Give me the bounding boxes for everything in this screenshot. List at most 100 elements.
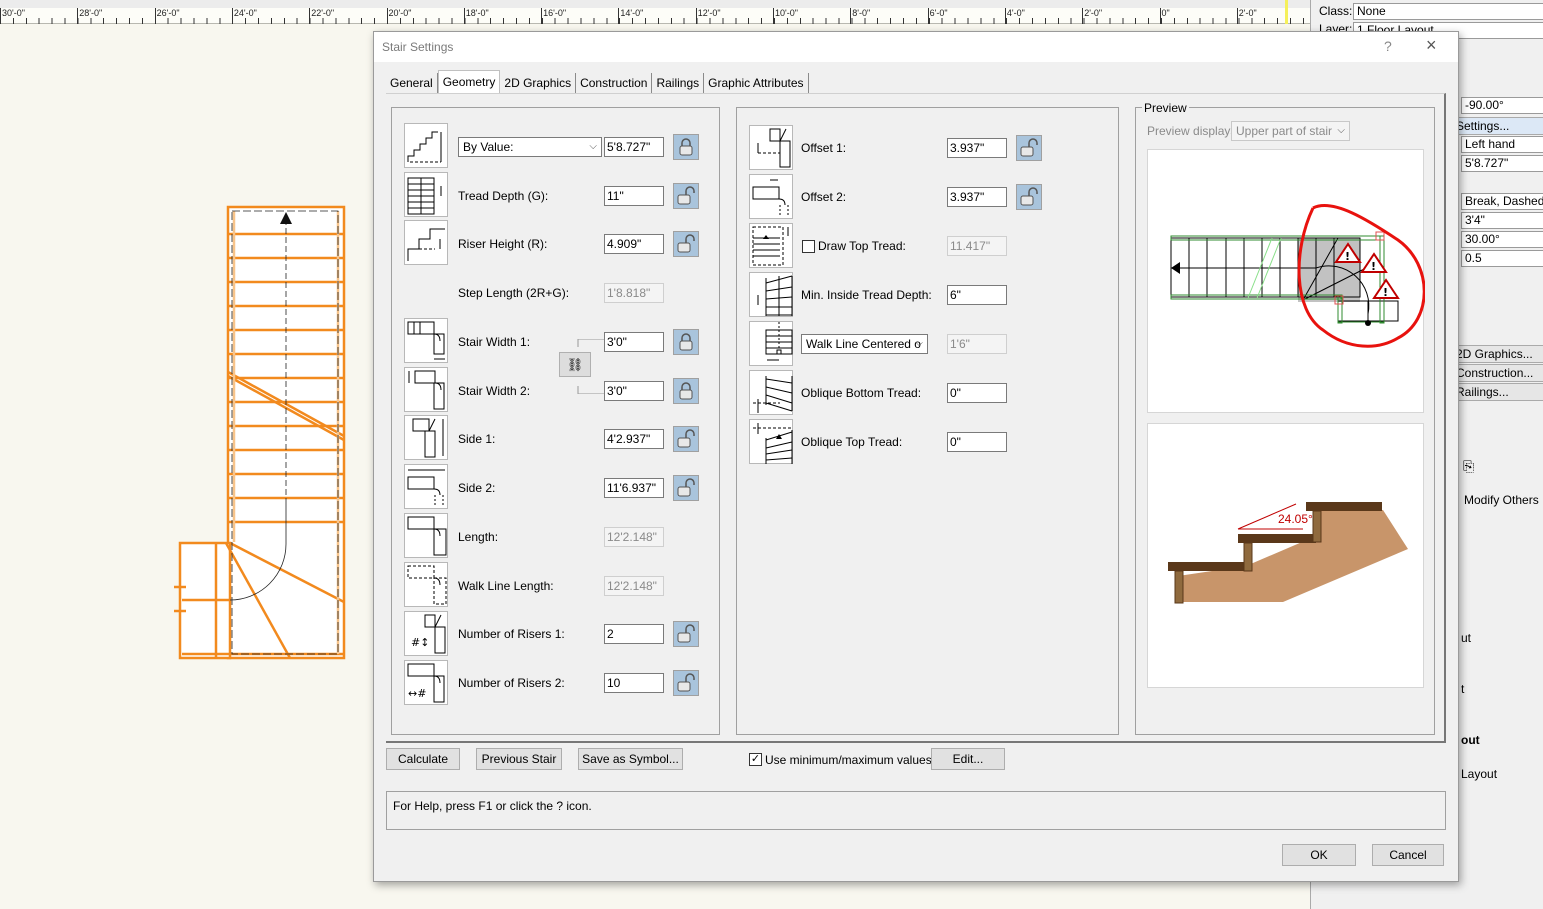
ruler-label: 30'-0": [2, 8, 25, 18]
tab-geometry[interactable]: Geometry: [437, 70, 501, 93]
lock-open-icon: [677, 478, 695, 497]
risers1-lock-button[interactable]: [673, 621, 699, 647]
side2-field[interactable]: 11'6.937": [604, 478, 664, 498]
risers1-field[interactable]: 2: [604, 624, 664, 644]
svg-text:↔#: ↔#: [408, 687, 426, 700]
warning-icon: !: [1360, 252, 1388, 273]
risers2-field[interactable]: 10: [604, 673, 664, 693]
handedness-dropdown[interactable]: Left hand: [1461, 136, 1543, 153]
link-widths-button[interactable]: ⛓: [559, 352, 591, 377]
offset2-field[interactable]: 3.937": [947, 187, 1007, 207]
ruler-label: 28'-0": [79, 8, 103, 18]
lock-open-icon: [1020, 187, 1038, 206]
chain-link-icon: ⛓: [566, 357, 584, 372]
step-length-label: Step Length (2R+G):: [458, 286, 570, 300]
break-height-field[interactable]: 3'4": [1461, 212, 1543, 229]
class-dropdown[interactable]: None: [1353, 3, 1543, 20]
layer-list-item-active[interactable]: out: [1461, 733, 1480, 747]
previous-stair-button[interactable]: Previous Stair: [476, 748, 562, 770]
preview-legend: Preview: [1142, 101, 1189, 115]
stair-width2-label: Stair Width 2:: [458, 384, 531, 398]
break-ratio-field[interactable]: 0.5: [1461, 250, 1543, 267]
svg-text:#↕: #↕: [411, 636, 429, 649]
construction-button[interactable]: Construction...: [1456, 364, 1543, 382]
offset1-lock-button[interactable]: [1016, 135, 1042, 161]
draw-top-tread-checkbox[interactable]: [802, 240, 815, 253]
tread-depth-field[interactable]: 11": [604, 186, 664, 206]
offset2-icon: [749, 174, 793, 219]
offset1-field[interactable]: 3.937": [947, 138, 1007, 158]
risers2-label: Number of Risers 2:: [458, 676, 565, 690]
risers2-lock-button[interactable]: [673, 670, 699, 696]
save-as-symbol-button[interactable]: Save as Symbol...: [578, 748, 683, 770]
offset2-lock-button[interactable]: [1016, 184, 1042, 210]
ruler-label: 2'-0": [1084, 8, 1103, 18]
edit-button[interactable]: Edit...: [931, 748, 1005, 770]
draw-top-tread-field: 11.417": [947, 236, 1007, 256]
stair-width1-lock-button[interactable]: [673, 329, 699, 355]
rotation-field[interactable]: -90.00°: [1461, 97, 1543, 114]
preview-displays-dropdown[interactable]: Upper part of stair ⌵: [1231, 121, 1350, 141]
side2-lock-button[interactable]: [673, 475, 699, 501]
side1-field[interactable]: 4'2.937": [604, 429, 664, 449]
ok-button[interactable]: OK: [1282, 844, 1356, 866]
ruler-label: 18'-0": [465, 8, 489, 18]
riser-height-icon: [404, 220, 448, 265]
side2-icon: [404, 464, 448, 509]
graphics-button[interactable]: 2D Graphics...: [1456, 345, 1543, 363]
stair-width2-lock-button[interactable]: [673, 378, 699, 404]
stair-width2-icon: [404, 367, 448, 412]
min-inside-tread-field[interactable]: 6": [947, 285, 1007, 305]
tab-2d-graphics[interactable]: 2D Graphics: [500, 73, 577, 93]
ruler-label: 0": [1161, 8, 1170, 18]
stair-width1-icon: [404, 318, 448, 363]
riser-height-field[interactable]: 4.909": [604, 234, 664, 254]
walkline-mode-dropdown[interactable]: Walk Line Centered o ⌵: [801, 334, 928, 354]
tab-railings[interactable]: Railings: [652, 73, 705, 93]
break-style-dropdown[interactable]: Break, Dashed Above: [1461, 193, 1543, 210]
height-field[interactable]: 5'8.727": [1461, 155, 1543, 172]
tread-depth-icon: [404, 172, 448, 217]
oblique-top-icon: [749, 419, 793, 464]
risers2-icon: ↔#: [404, 660, 448, 705]
min-inside-tread-label: Min. Inside Tread Depth:: [801, 288, 932, 302]
layer-list-item[interactable]: Layout: [1461, 767, 1497, 781]
plan-preview: ! ! !: [1147, 149, 1426, 413]
modify-others-label[interactable]: Modify Others: [1461, 493, 1543, 510]
help-icon[interactable]: ?: [1384, 38, 1392, 54]
side1-icon: [404, 415, 448, 460]
tab-construction[interactable]: Construction: [576, 73, 653, 93]
lock-open-icon: [677, 624, 695, 643]
tab-graphic-attributes[interactable]: Graphic Attributes: [704, 73, 809, 93]
riser-height-lock-button[interactable]: [673, 231, 699, 257]
oblique-bottom-icon: [749, 370, 793, 415]
oblique-top-field[interactable]: 0": [947, 432, 1007, 452]
ruler-label: 14'-0": [620, 8, 644, 18]
replace-icon[interactable]: ⎘: [1463, 458, 1474, 475]
tread-depth-lock-button[interactable]: [673, 183, 699, 209]
side2-label: Side 2:: [458, 481, 496, 495]
lock-open-icon: [677, 234, 695, 253]
height-field[interactable]: 5'8.727": [604, 137, 664, 157]
cancel-button[interactable]: Cancel: [1372, 844, 1444, 866]
stair-width2-field[interactable]: 3'0": [604, 381, 664, 401]
lock-open-icon: [1020, 138, 1038, 157]
height-mode-dropdown[interactable]: By Value: ⌵: [458, 137, 602, 157]
min-inside-tread-icon: [749, 272, 793, 317]
railings-button[interactable]: Railings...: [1456, 383, 1543, 401]
geometry-tab-page: By Value: ⌵ 5'8.727" Tread Depth (G): 11"…: [386, 93, 1446, 743]
use-minmax-checkbox[interactable]: ✓: [749, 753, 762, 766]
preview-displays-label: Preview displays: [1147, 124, 1237, 138]
close-icon[interactable]: ×: [1426, 35, 1437, 56]
calculate-button[interactable]: Calculate: [386, 748, 460, 770]
tab-general[interactable]: General: [386, 73, 438, 93]
settings-button[interactable]: Settings...: [1456, 117, 1543, 135]
height-lock-button[interactable]: [673, 134, 699, 160]
layer-list-item[interactable]: ut: [1461, 631, 1471, 645]
break-angle-field[interactable]: 30.00°: [1461, 231, 1543, 248]
offset1-label: Offset 1:: [801, 141, 847, 155]
layer-list-item[interactable]: t: [1461, 682, 1464, 696]
side1-lock-button[interactable]: [673, 426, 699, 452]
stair-width1-field[interactable]: 3'0": [604, 332, 664, 352]
oblique-bottom-field[interactable]: 0": [947, 383, 1007, 403]
